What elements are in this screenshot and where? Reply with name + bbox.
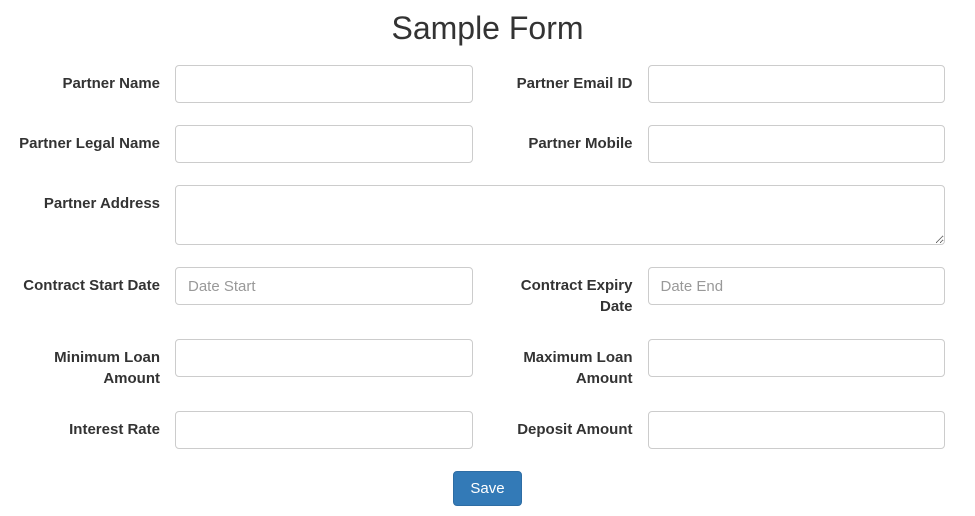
partner-address-input[interactable] xyxy=(175,185,945,245)
contract-start-input[interactable] xyxy=(175,267,473,305)
interest-rate-input[interactable] xyxy=(175,411,473,449)
partner-email-label: Partner Email ID xyxy=(488,65,648,94)
contract-expiry-input[interactable] xyxy=(648,267,946,305)
min-loan-input[interactable] xyxy=(175,339,473,377)
interest-rate-label: Interest Rate xyxy=(15,411,175,440)
partner-legal-name-input[interactable] xyxy=(175,125,473,163)
deposit-amount-input[interactable] xyxy=(648,411,946,449)
save-button[interactable]: Save xyxy=(453,471,521,506)
partner-mobile-label: Partner Mobile xyxy=(488,125,648,154)
partner-name-label: Partner Name xyxy=(15,65,175,94)
partner-name-input[interactable] xyxy=(175,65,473,103)
contract-expiry-label: Contract Expiry Date xyxy=(488,267,648,317)
partner-address-label: Partner Address xyxy=(15,185,175,214)
min-loan-label: Minimum Loan Amount xyxy=(15,339,175,389)
partner-mobile-input[interactable] xyxy=(648,125,946,163)
contract-start-label: Contract Start Date xyxy=(15,267,175,296)
form-title: Sample Form xyxy=(15,10,960,47)
partner-email-input[interactable] xyxy=(648,65,946,103)
partner-legal-name-label: Partner Legal Name xyxy=(15,125,175,154)
deposit-amount-label: Deposit Amount xyxy=(488,411,648,440)
max-loan-label: Maximum Loan Amount xyxy=(488,339,648,389)
max-loan-input[interactable] xyxy=(648,339,946,377)
